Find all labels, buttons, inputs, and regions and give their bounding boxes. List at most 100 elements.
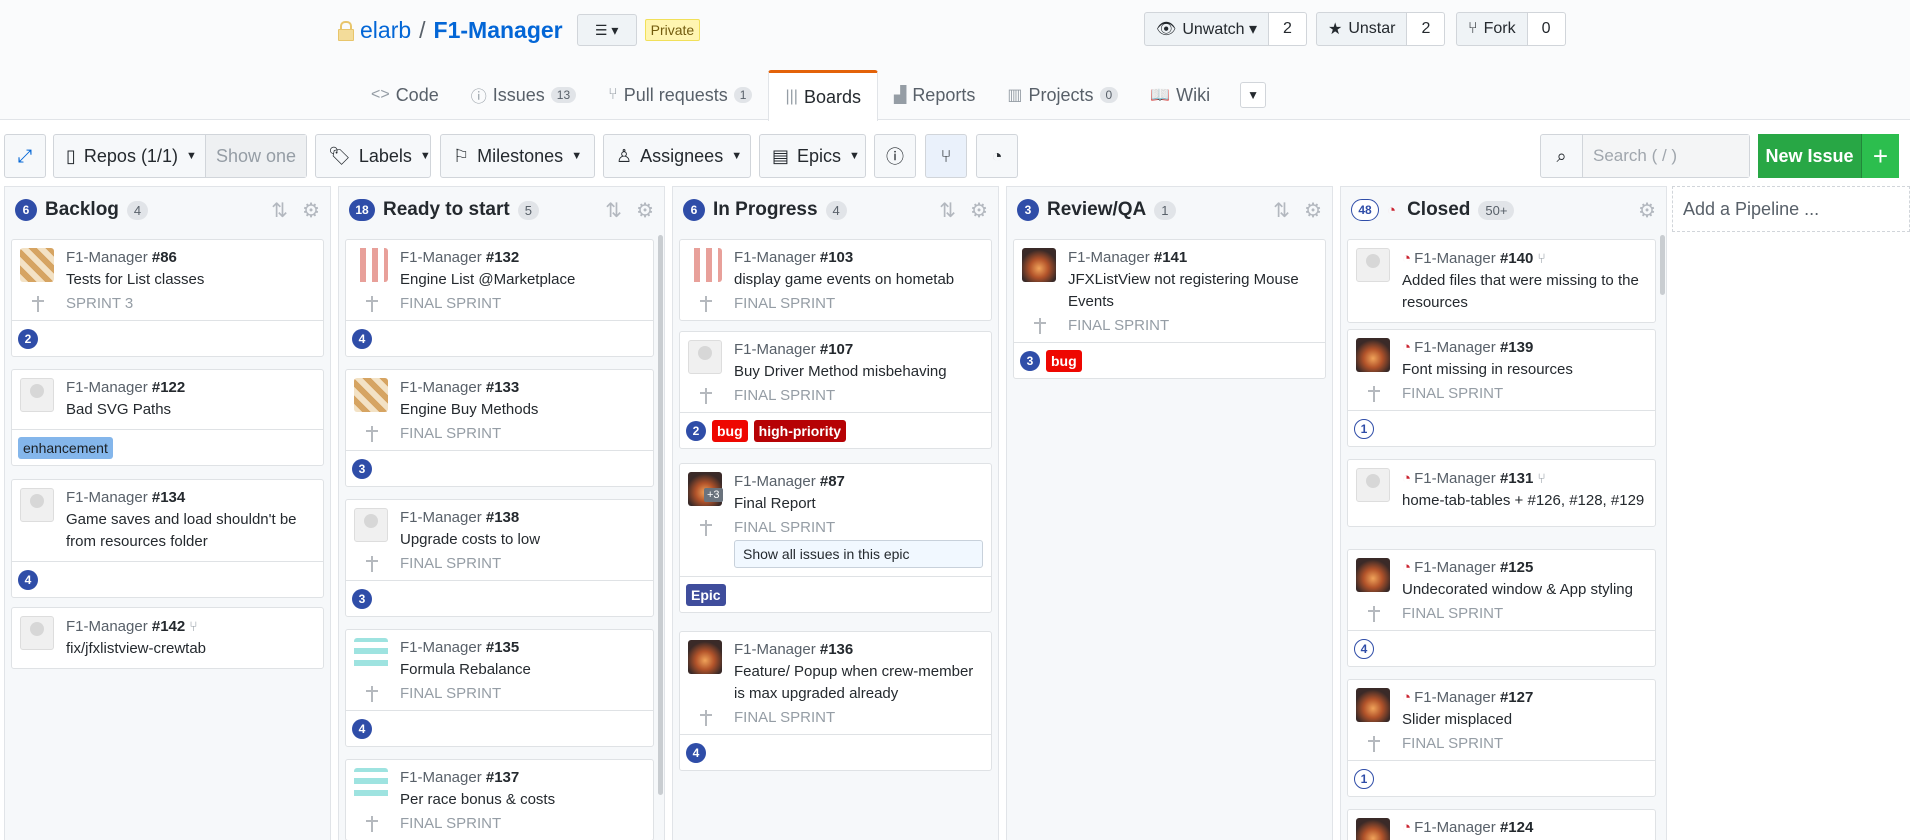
issue-card[interactable]: F1-Manager #136 Feature/ Popup when crew…	[679, 631, 992, 771]
tab-count: 1	[733, 87, 753, 103]
issue-card[interactable]: F1-Manager #107 Buy Driver Method misbeh…	[679, 331, 992, 449]
more-tabs-button[interactable]: ▼	[1240, 82, 1267, 108]
repo-list-button[interactable]: ☰ ▾	[576, 14, 637, 46]
gear-icon[interactable]: ⚙	[970, 198, 988, 223]
repo-icon: ▯	[66, 145, 76, 166]
epic-card[interactable]: +3 F1-Manager #87 Final Report FINAL SPR…	[679, 463, 992, 613]
avatar	[1356, 338, 1390, 372]
pr-icon: ⑂	[1537, 250, 1546, 266]
gear-icon[interactable]: ⚙	[1638, 198, 1656, 223]
tab-projects[interactable]: ▥ Projects 0	[991, 70, 1134, 120]
search-box[interactable]: ⌕ Search ( / )	[1540, 134, 1750, 178]
tab-wiki[interactable]: 📖 Wiki	[1134, 70, 1226, 120]
epics-label: Epics	[797, 145, 842, 166]
sort-icon[interactable]: ⇅	[1273, 198, 1290, 223]
issue-card[interactable]: ◔ F1-Manager #124	[1347, 809, 1656, 840]
unstar-group: ★ Unstar 2	[1316, 12, 1446, 46]
card-repo: F1-Manager	[400, 509, 482, 526]
issue-card[interactable]: F1-Manager #134 Game saves and load shou…	[11, 479, 324, 598]
avatar	[354, 638, 388, 672]
pr-toggle[interactable]: ⑂	[925, 134, 967, 178]
new-issue-button[interactable]: New Issue +	[1758, 134, 1899, 178]
unwatch-button[interactable]: 👁 Unwatch ▾	[1144, 12, 1270, 46]
repo-owner-link[interactable]: elarb	[360, 17, 411, 44]
repo-name-link[interactable]: F1-Manager	[434, 17, 563, 44]
sort-icon[interactable]: ⇅	[605, 198, 622, 223]
issue-card[interactable]: F1-Manager #137 Per race bonus & costs F…	[345, 759, 654, 840]
sort-icon[interactable]: ⇅	[939, 198, 956, 223]
avatar	[354, 768, 388, 802]
eye-icon: 👁	[1156, 21, 1177, 38]
label-bug[interactable]: bug	[1046, 349, 1082, 372]
tab-pull-requests[interactable]: ⑂ Pull requests 1	[592, 70, 768, 120]
issue-card[interactable]: ◔ F1-Manager #139 Font missing in resourc…	[1347, 329, 1656, 447]
tab-issues[interactable]: ⓘ Issues 13	[455, 70, 592, 120]
add-pipeline-button[interactable]: Add a Pipeline ...	[1672, 186, 1910, 232]
card-sprint: FINAL SPRINT	[734, 387, 836, 404]
milestone-icon	[32, 295, 44, 312]
avatar	[354, 508, 388, 542]
stars-count[interactable]: 2	[1407, 12, 1446, 46]
issue-card[interactable]: F1-Manager #132 Engine List @Marketplace…	[345, 239, 654, 357]
pr-card[interactable]: F1-Manager #142 ⑂ fix/jfxlistview-crewtab	[11, 607, 324, 669]
issue-card[interactable]: F1-Manager #141 JFXListView not register…	[1013, 239, 1326, 379]
card-title: Upgrade costs to low	[400, 531, 541, 548]
tab-reports[interactable]: ▟ Reports	[878, 70, 991, 120]
estimate-badge: 4	[352, 718, 372, 739]
issue-card[interactable]: ◔ F1-Manager #125 Undecorated window & Ap…	[1347, 549, 1656, 667]
avatar	[1022, 248, 1056, 282]
gear-icon[interactable]: ⚙	[636, 198, 654, 223]
scrollbar[interactable]	[1660, 235, 1665, 295]
estimate-badge: 1	[1354, 418, 1374, 439]
closed-issue-icon: ◔	[1387, 201, 1397, 219]
gear-icon[interactable]: ⚙	[302, 198, 320, 223]
issue-card[interactable]: ◔ F1-Manager #127 Slider misplaced FINAL …	[1347, 679, 1656, 797]
sort-icon[interactable]: ⇅	[271, 198, 288, 223]
avatar	[20, 616, 54, 650]
card-number: #135	[485, 639, 520, 656]
closed-issue-icon: ◔	[991, 145, 1003, 166]
estimate-badge: 2	[686, 420, 706, 441]
tab-code[interactable]: <> Code	[355, 70, 455, 120]
estimate-badge: 3	[352, 458, 372, 479]
caret-icon: ▼	[849, 150, 860, 162]
label-epic[interactable]: Epic	[686, 583, 726, 606]
forks-count[interactable]: 0	[1527, 12, 1566, 46]
unstar-button[interactable]: ★ Unstar	[1316, 12, 1408, 46]
card-repo: F1-Manager	[1414, 470, 1496, 487]
labels-filter[interactable]: 🏷 Labels ▼	[315, 134, 431, 178]
fullscreen-button[interactable]: ⤢	[4, 134, 46, 178]
milestone-icon	[700, 519, 712, 536]
card-title: Formula Rebalance	[400, 661, 531, 678]
repos-filter[interactable]: ▯ Repos (1/1) ▼ Show one	[53, 134, 307, 178]
issue-card[interactable]: F1-Manager #138 Upgrade costs to low FIN…	[345, 499, 654, 617]
card-repo: F1-Manager	[400, 639, 482, 656]
issue-card[interactable]: F1-Manager #133 Engine Buy Methods FINAL…	[345, 369, 654, 487]
label-high-priority[interactable]: high-priority	[753, 419, 847, 442]
closed-issue-icon: ◔	[1402, 250, 1412, 267]
issue-card[interactable]: F1-Manager #135 Formula Rebalance FINAL …	[345, 629, 654, 747]
issue-card[interactable]: F1-Manager #122 Bad SVG Paths enhancemen…	[11, 369, 324, 466]
issues-toggle[interactable]: ⓘ	[874, 134, 916, 178]
issue-card[interactable]: F1-Manager #86 Tests for List classes SP…	[11, 239, 324, 357]
label-enhancement[interactable]: enhancement	[18, 436, 113, 459]
pr-card[interactable]: ◔ F1-Manager #140 ⑂ Added files that were …	[1347, 239, 1656, 323]
closed-toggle[interactable]: ◔	[976, 134, 1018, 178]
epics-filter[interactable]: ▤ Epics ▼	[759, 134, 866, 178]
tab-boards[interactable]: ||| Boards	[768, 70, 878, 121]
show-epic-issues-button[interactable]: Show all issues in this epic	[734, 540, 983, 568]
assignees-filter[interactable]: ♙ Assignees ▼	[603, 134, 751, 178]
plus-icon[interactable]: +	[1861, 134, 1899, 178]
issue-card[interactable]: F1-Manager #103 display game events on h…	[679, 239, 992, 321]
show-one-button[interactable]: Show one	[204, 135, 306, 177]
fork-button[interactable]: ⑂ Fork	[1456, 12, 1528, 46]
search-input[interactable]: Search ( / )	[1583, 135, 1749, 177]
watchers-count[interactable]: 2	[1269, 12, 1307, 46]
gear-icon[interactable]: ⚙	[1304, 198, 1322, 223]
card-title: Final Report	[734, 495, 816, 512]
milestones-filter[interactable]: ⚐ Milestones ▼	[440, 134, 595, 178]
scrollbar[interactable]	[658, 235, 663, 795]
pr-card[interactable]: ◔ F1-Manager #131 ⑂ home-tab-tables + #126…	[1347, 459, 1656, 527]
pr-icon: ⑂	[1537, 470, 1546, 486]
label-bug[interactable]: bug	[712, 419, 748, 442]
